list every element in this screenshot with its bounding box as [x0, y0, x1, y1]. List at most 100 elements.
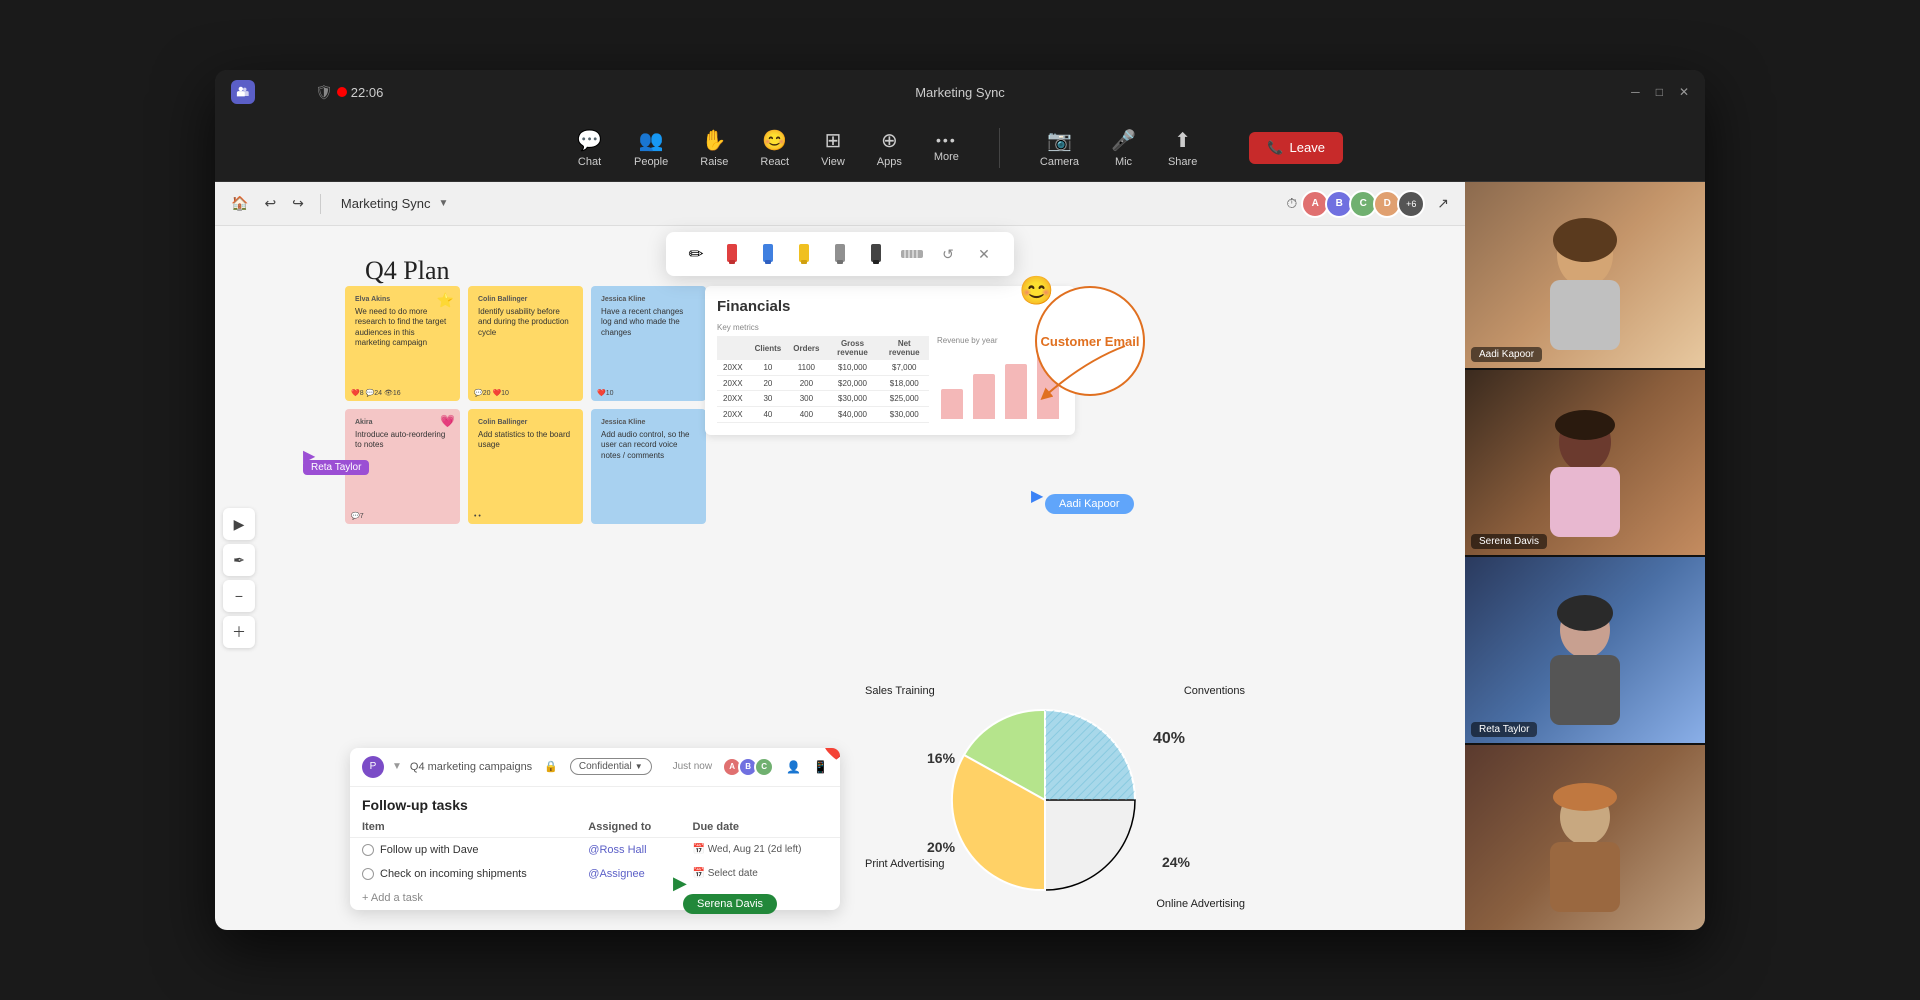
followup-chevron[interactable]: ▼ — [392, 761, 402, 772]
chat-label: Chat — [578, 156, 601, 168]
apps-button[interactable]: ⊕ Apps — [877, 128, 902, 168]
video-tile-reta: Reta Taylor — [1465, 557, 1705, 743]
camera-label: Camera — [1040, 156, 1079, 168]
aadi-name-badge: Aadi Kapoor — [1471, 347, 1542, 362]
campaign-label: Q4 marketing campaigns — [410, 761, 532, 773]
video-bg-aadi — [1465, 182, 1705, 368]
blue-marker-tool[interactable] — [754, 240, 782, 268]
followup-title: Follow-up tasks — [350, 787, 840, 817]
yellow-marker-tool[interactable] — [790, 240, 818, 268]
canvas-nav-icons: ⏱ A B C D +6 ↗ — [1286, 190, 1453, 218]
note-3-text: Have a recent changes log and who made t… — [601, 307, 696, 338]
teams-window: 🛡 22:06 Marketing Sync ─ □ ✕ 💬 Chat 👥 Pe… — [215, 70, 1705, 930]
followup-table: Item Assigned to Due date Follow up with… — [350, 817, 840, 886]
camera-button[interactable]: 📷 Camera — [1040, 128, 1079, 168]
conventions-label: Conventions — [1184, 685, 1245, 697]
video-bg-reta — [1465, 557, 1705, 743]
view-button[interactable]: ⊞ View — [821, 128, 845, 168]
table-row: 20XX101100$10,000$7,000 — [717, 360, 929, 375]
note-2-author: Colin Ballinger — [478, 296, 573, 303]
undo-button[interactable]: ↩ — [260, 191, 280, 216]
undo-drawing-button[interactable]: ↺ — [934, 240, 962, 268]
leave-label: Leave — [1290, 140, 1325, 155]
maximize-button[interactable]: □ — [1656, 85, 1663, 99]
red-marker-tool[interactable] — [718, 240, 746, 268]
task-row-2: Check on incoming shipments @Assignee 📅 … — [350, 862, 840, 886]
aadi-cursor: ▶ — [1031, 486, 1043, 506]
followup-logo: P — [362, 756, 384, 778]
raise-icon: ✋ — [702, 128, 727, 153]
followup-header: P ▼ Q4 marketing campaigns 🔒 Confidentia… — [350, 748, 840, 787]
raise-button[interactable]: ✋ Raise — [700, 128, 728, 168]
select-tool[interactable]: ▶ — [223, 508, 255, 540]
annotation-arrow — [1025, 341, 1135, 401]
sticky-notes-grid: Elva Akins We need to do more research t… — [345, 286, 706, 524]
lock-icon: 🔒 — [544, 760, 558, 773]
zoom-out-button[interactable]: − — [223, 580, 255, 612]
react-icon: 😊 — [762, 128, 787, 153]
share-canvas-button[interactable]: ↗ — [1433, 191, 1453, 216]
close-button[interactable]: ✕ — [1679, 85, 1689, 99]
task-1-assignee: @Ross Hall — [576, 837, 680, 862]
dark-marker-tool[interactable] — [862, 240, 890, 268]
serena-name-badge: Serena Davis — [1471, 534, 1547, 549]
video-tile-aadi: Aadi Kapoor — [1465, 182, 1705, 368]
canvas-name-chevron[interactable]: ▼ — [439, 198, 449, 209]
badge-chevron: ▼ — [635, 762, 643, 771]
reta-name-badge: Reta Taylor — [1471, 722, 1537, 737]
canvas-name: Marketing Sync — [341, 196, 431, 211]
share-button[interactable]: ⬆ Share — [1168, 128, 1197, 168]
minimize-button[interactable]: ─ — [1631, 85, 1640, 99]
task-1-radio[interactable] — [362, 844, 374, 856]
add-button[interactable]: ＋ — [223, 616, 255, 648]
note-5-reactions: • • — [474, 513, 481, 520]
pen-tool[interactable]: ✒ — [223, 544, 255, 576]
ruler-tool[interactable] — [898, 240, 926, 268]
react-button[interactable]: 😊 React — [760, 128, 789, 168]
video-bg-serena — [1465, 370, 1705, 556]
due-col-header: Due date — [681, 817, 840, 838]
mic-button[interactable]: 🎤 Mic — [1111, 128, 1136, 168]
recording-indicator — [337, 87, 347, 97]
q4-plan-title: Q4 Plan — [365, 256, 450, 286]
more-button[interactable]: ••• More — [934, 132, 959, 163]
task-1-item: Follow up with Dave — [350, 837, 576, 862]
people-button[interactable]: 👥 People — [634, 128, 668, 168]
note-4-author: Akira — [355, 419, 450, 426]
pencil-tool[interactable]: ✏ — [682, 240, 710, 268]
teams-logo-icon — [231, 80, 255, 104]
sticky-note-5[interactable]: Colin Ballinger Add statistics to the bo… — [468, 409, 583, 524]
video-bg-4 — [1465, 745, 1705, 931]
note-1-reactions: ❤️8 💬24 👁16 — [351, 389, 401, 397]
sticky-note-2[interactable]: Colin Ballinger Identify usability befor… — [468, 286, 583, 401]
leave-button[interactable]: 📞 Leave — [1249, 132, 1343, 164]
chat-button[interactable]: 💬 Chat — [577, 128, 602, 168]
financials-title: Financials — [717, 298, 1063, 315]
people-label: People — [634, 156, 668, 168]
followup-card-inner: P ▼ Q4 marketing campaigns 🔒 Confidentia… — [350, 748, 840, 910]
task-2-item: Check on incoming shipments — [350, 862, 576, 886]
video-panel: Aadi Kapoor Serena Davis — [1465, 182, 1705, 930]
task-2-assignee: @Assignee — [576, 862, 680, 886]
title-bar: 🛡 22:06 Marketing Sync ─ □ ✕ — [215, 70, 1705, 114]
bar-2 — [973, 374, 995, 419]
sticky-note-3[interactable]: Jessica Kline Have a recent changes log … — [591, 286, 706, 401]
note-5-text: Add statistics to the board usage — [478, 430, 573, 451]
net-col: Net revenue — [880, 336, 929, 360]
chat-icon: 💬 — [577, 128, 602, 153]
call-timer: 22:06 — [351, 85, 384, 100]
task-2-due: 📅 Select date — [681, 862, 840, 886]
close-toolbar-button[interactable]: ✕ — [970, 240, 998, 268]
serena-davis-nametag: Serena Davis — [683, 894, 777, 914]
sticky-note-1[interactable]: Elva Akins We need to do more research t… — [345, 286, 460, 401]
serena-person — [1465, 370, 1705, 556]
home-button[interactable]: 🏠 — [227, 191, 252, 216]
more-label: More — [934, 151, 959, 163]
gray-marker-tool[interactable] — [826, 240, 854, 268]
sticky-note-6[interactable]: Jessica Kline Add audio control, so the … — [591, 409, 706, 524]
table-row: 20XX30300$30,000$25,000 — [717, 391, 929, 407]
task-2-radio[interactable] — [362, 868, 374, 880]
reta-cursor: ▶ Reta Taylor — [303, 446, 315, 466]
redo-button[interactable]: ↪ — [288, 191, 308, 216]
pct-print-advertising: 20% — [927, 839, 955, 855]
